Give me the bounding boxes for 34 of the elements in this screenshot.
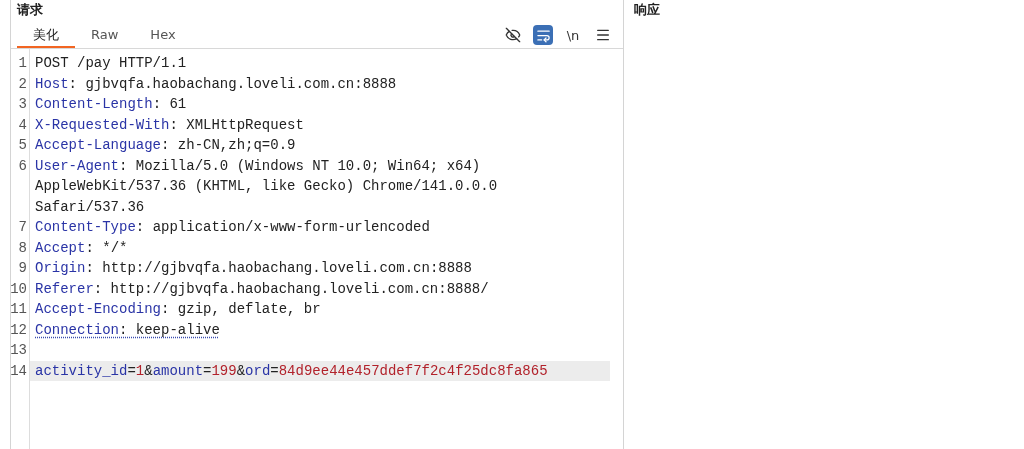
code-line: Accept-Language: zh-CN,zh;q=0.9 (34, 136, 297, 155)
line-number: 2 (18, 74, 27, 94)
line-number: 7 (18, 218, 27, 237)
code-line: Connection: keep-alive (34, 320, 221, 340)
line-number: 8 (18, 238, 27, 258)
code-line: POST /pay HTTP/1.1 (34, 54, 188, 73)
panel-title: 请求 (15, 1, 44, 19)
line-number: 4 (18, 115, 27, 135)
code-line: Content-Type: application/x-www-form-urlencoded (34, 218, 431, 237)
newline-button[interactable]: \n (563, 25, 583, 45)
code-line: Content-Length: 61 (34, 95, 188, 114)
line-number: 6 (18, 156, 27, 176)
line-number: 9 (18, 259, 27, 278)
line-number: 12 (10, 320, 27, 340)
code-line: X-Requested-With: XMLHttpRequest (34, 115, 305, 135)
line-number: 11 (10, 300, 27, 319)
code-line: Origin: http://gjbvqfa.haobachang.loveli.com.cn:8888 (34, 259, 473, 278)
code-line: User-Agent: Mozilla/5.0 (Windows NT 10.0; Win64; x64) AppleWebKit/537.36 (KHTML, like Gecko) Chrome/141.0.0.0 Safari/537.36 (34, 156, 499, 217)
hide-icon[interactable] (503, 25, 523, 45)
line-number: 3 (18, 95, 27, 114)
code-line: Host: gjbvqfa.haobachang.loveli.com.cn:8888 (34, 74, 398, 94)
panel-title: 响应 (634, 1, 661, 19)
line-number: 13 (10, 341, 27, 360)
line-number: 14 (10, 361, 27, 381)
code-line: Referer: http://gjbvqfa.haobachang.loveli.com.cn:8888/ (34, 279, 490, 299)
code-line: Accept: */* (34, 238, 129, 258)
view-tab[interactable]: Hex (134, 22, 192, 48)
view-tab[interactable]: Raw (75, 22, 135, 48)
code-line: Accept-Encoding: gzip, deflate, br (34, 300, 322, 319)
word-wrap-button[interactable] (533, 25, 553, 45)
view-tab[interactable]: 美化 (17, 22, 75, 48)
line-number: 5 (18, 136, 27, 155)
line-number: 10 (10, 279, 27, 299)
line-number: 1 (18, 54, 27, 73)
